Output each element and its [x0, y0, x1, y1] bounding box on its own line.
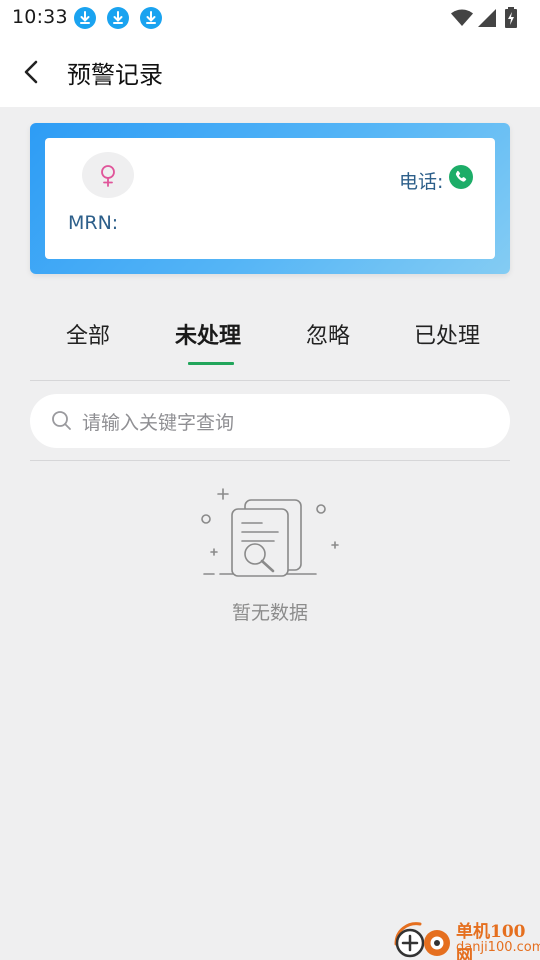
tab-ignored[interactable]: 忽略 [306, 318, 350, 350]
download-icon [107, 7, 129, 29]
divider [30, 460, 510, 461]
mrn-label: MRN: [68, 212, 118, 234]
mrn-label-text: MRN: [68, 212, 119, 234]
search-placeholder: 请输入关键字查询 [82, 412, 235, 434]
female-icon [101, 165, 115, 187]
watermark-text-en: danji100.com [456, 940, 540, 955]
phone-icon [455, 170, 467, 182]
tab-processed[interactable]: 已处理 [414, 318, 480, 350]
tab-all[interactable]: 全部 [66, 318, 110, 350]
page-title: 预警记录 [67, 61, 163, 89]
watermark: 单机100网 danji100.com [386, 916, 540, 960]
download-icon [74, 7, 96, 29]
search-input[interactable]: 请输入关键字查询 [30, 394, 510, 448]
back-button[interactable] [14, 52, 50, 92]
battery-charging-icon [505, 7, 517, 28]
active-tab-indicator [188, 362, 234, 365]
download-icon [140, 7, 162, 29]
status-bar: 10:33 [0, 0, 540, 36]
empty-state-text: 暂无数据 [231, 602, 308, 624]
search-icon [52, 411, 71, 430]
status-time: 10:33 [12, 6, 68, 28]
avatar [82, 152, 134, 198]
system-status-icons [450, 6, 530, 30]
wifi-icon [451, 9, 473, 26]
no-data-document-search-icon [201, 488, 339, 577]
phone-call-button[interactable] [449, 165, 473, 189]
filter-tabs: 全部 未处理 忽略 已处理 [30, 300, 510, 381]
cellular-signal-icon [478, 9, 496, 27]
phone-label: 电话: [399, 171, 444, 193]
app-header: 预警记录 [0, 36, 540, 107]
chevron-left-icon [24, 60, 38, 84]
patient-card: MRN: 电话: [30, 123, 510, 274]
watermark-logo-icon [394, 922, 450, 958]
tab-unprocessed[interactable]: 未处理 [175, 318, 241, 350]
patient-card-body: MRN: 电话: [45, 138, 495, 259]
